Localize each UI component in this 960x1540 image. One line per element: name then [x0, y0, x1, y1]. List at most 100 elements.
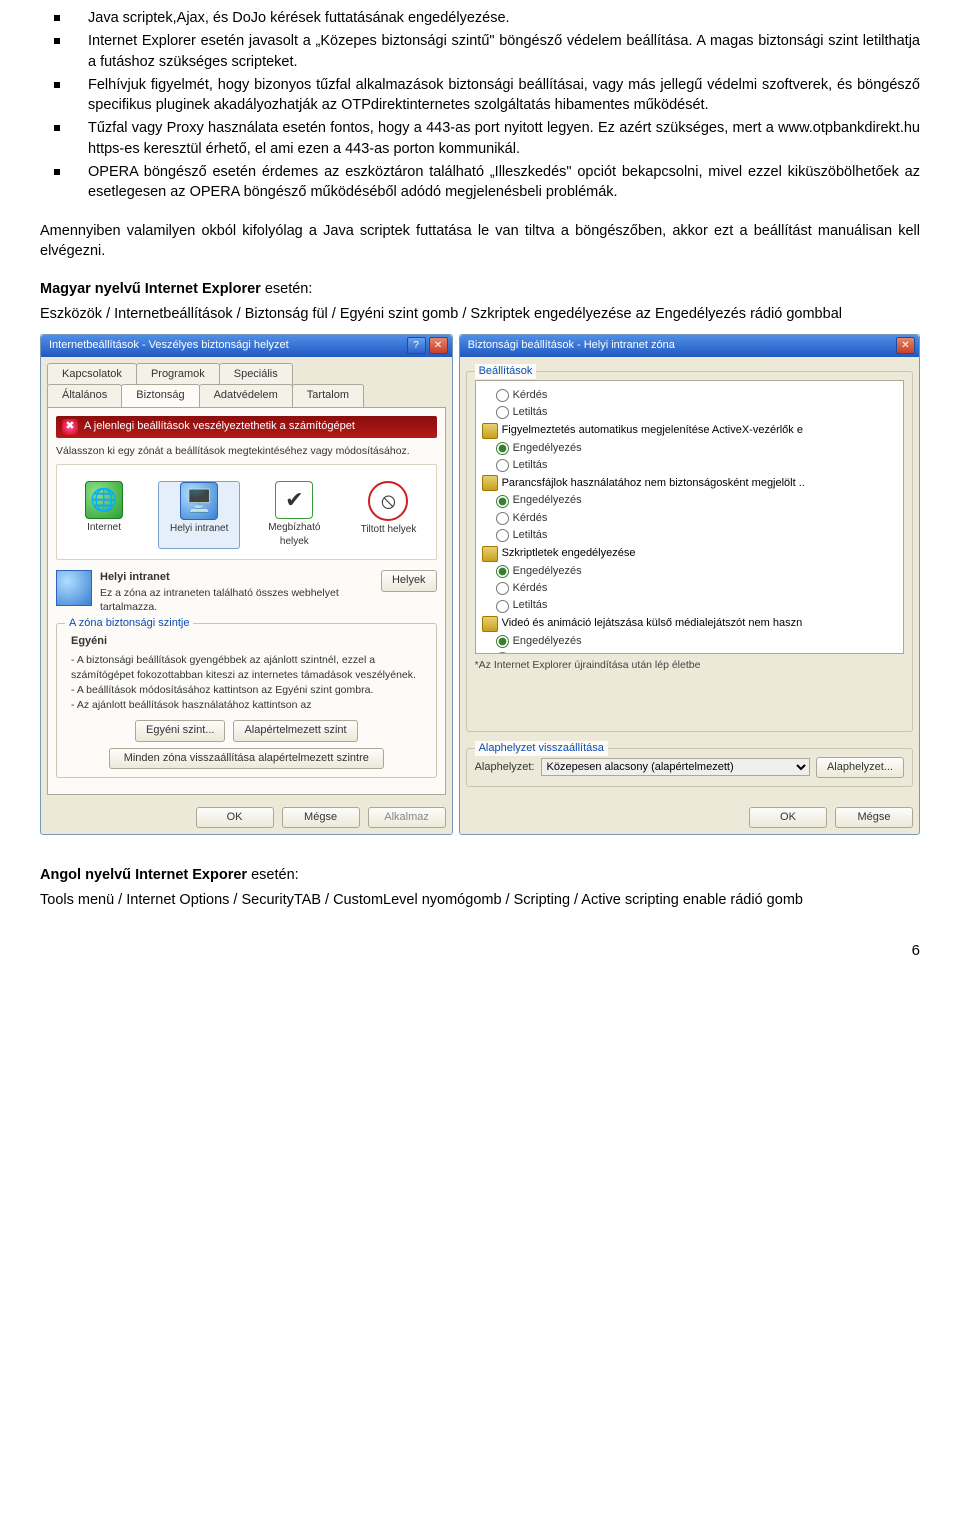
settings-tree[interactable]: KérdésLetiltásFigyelmeztetés automatikus… [475, 380, 904, 654]
setting-option[interactable]: Letiltás [482, 597, 897, 614]
zone-label: Internet [87, 521, 121, 535]
setting-option[interactable]: Letiltás [482, 650, 897, 654]
setting-option[interactable]: Kérdés [482, 580, 897, 597]
tabs-row1: Kapcsolatok Programok Speciális [47, 363, 446, 385]
security-settings-dialog: Biztonsági beállítások - Helyi intranet … [459, 334, 920, 836]
restart-note: *Az Internet Explorer újraindítása után … [475, 658, 904, 673]
setting-group-icon [482, 546, 498, 562]
fieldset-legend: Beállítások [475, 364, 537, 379]
hu-ie-heading-tail: esetén: [261, 281, 313, 297]
window-title: Biztonsági beállítások - Helyi intranet … [468, 338, 893, 353]
setting-option[interactable]: Letiltás [482, 527, 897, 544]
setting-radio[interactable] [496, 459, 509, 472]
setting-radio[interactable] [496, 495, 509, 508]
zone-description: Ez a zóna az intraneten található összes… [100, 586, 373, 615]
tab-connections[interactable]: Kapcsolatok [47, 363, 137, 385]
setting-radio[interactable] [496, 565, 509, 578]
close-button[interactable]: ✕ [896, 337, 915, 354]
cancel-button[interactable]: Mégse [835, 807, 913, 828]
custom-desc-3: - Az ajánlott beállítások használatához … [71, 698, 428, 713]
setting-option-label: Letiltás [513, 598, 548, 613]
ok-button[interactable]: OK [749, 807, 827, 828]
setting-group-label: Szkriptletek engedélyezése [502, 546, 636, 561]
reset-fieldset: Alaphelyzet visszaállítása Alaphelyzet: … [466, 748, 913, 787]
tab-advanced[interactable]: Speciális [219, 363, 293, 385]
setting-radio[interactable] [496, 442, 509, 455]
bullet-text: Java scriptek,Ajax, és DoJo kérések futt… [88, 8, 510, 28]
tab-general[interactable]: Általános [47, 384, 122, 406]
setting-radio[interactable] [496, 635, 509, 648]
zone-trusted[interactable]: ✔Megbízható helyek [254, 481, 334, 549]
custom-level-button[interactable]: Egyéni szint... [135, 720, 225, 741]
en-ie-path: Tools menü / Internet Options / Security… [40, 890, 920, 910]
reset-all-zones-button[interactable]: Minden zóna visszaállítása alapértelmeze… [109, 748, 384, 769]
default-level-button[interactable]: Alapértelmezett szint [233, 720, 357, 741]
setting-group: Szkriptletek engedélyezése [482, 545, 897, 563]
shield-warn-icon: ✖ [62, 419, 78, 435]
hu-ie-heading-bold: Magyar nyelvű Internet Explorer [40, 281, 261, 297]
custom-desc-1: - A biztonsági beállítások gyengébbek az… [71, 653, 428, 682]
zone-restricted[interactable]: ⦸Tiltott helyek [348, 481, 428, 549]
reset-level-select[interactable]: Közepesen alacsony (alapértelmezett) [541, 758, 810, 776]
setting-option[interactable]: Kérdés [482, 387, 897, 404]
warning-text: A jelenlegi beállítások veszélyeztetheti… [84, 419, 355, 434]
close-button[interactable]: ✕ [429, 337, 448, 354]
zone-list: 🌐 Internet 🖥️Helyi intranet ✔Megbízható h… [57, 481, 436, 549]
setting-radio[interactable] [496, 406, 509, 419]
setting-option[interactable]: Engedélyezés [482, 563, 897, 580]
tab-security[interactable]: Biztonság [121, 384, 199, 406]
setting-radio[interactable] [496, 389, 509, 402]
setting-option-label: Kérdés [513, 511, 548, 526]
setting-option[interactable]: Engedélyezés [482, 440, 897, 457]
titlebar: Internetbeállítások - Veszélyes biztonsá… [41, 335, 452, 357]
ok-button[interactable]: OK [196, 807, 274, 828]
setting-radio[interactable] [496, 582, 509, 595]
help-button[interactable]: ? [407, 337, 426, 354]
setting-option-label: Engedélyezés [513, 634, 582, 649]
tab-content[interactable]: Tartalom [292, 384, 364, 406]
setting-radio[interactable] [496, 529, 509, 542]
security-level-fieldset: A zóna biztonsági szintje Egyéni - A biz… [56, 623, 437, 778]
setting-radio[interactable] [496, 600, 509, 613]
setting-option-label: Engedélyezés [513, 564, 582, 579]
zone-internet[interactable]: 🌐 Internet [64, 481, 144, 549]
tabs-row2: Általános Biztonság Adatvédelem Tartalom [47, 384, 446, 406]
setting-option[interactable]: Kérdés [482, 510, 897, 527]
globe-icon: 🌐 [85, 481, 123, 519]
setting-option[interactable]: Letiltás [482, 457, 897, 474]
settings-fieldset: Beállítások KérdésLetiltásFigyelmeztetés… [466, 371, 913, 732]
forbidden-icon: ⦸ [368, 481, 408, 521]
apply-button[interactable]: Alkalmaz [368, 807, 446, 828]
setting-option-label: Kérdés [513, 388, 548, 403]
setting-group-label: Figyelmeztetés automatikus megjelenítése… [502, 423, 803, 438]
setting-option-label: Engedélyezés [513, 493, 582, 508]
fieldset-legend: Alaphelyzet visszaállítása [475, 741, 608, 756]
screenshot-pair: Internetbeállítások - Veszélyes biztonsá… [40, 334, 920, 836]
setting-option-label: Letiltás [513, 458, 548, 473]
en-ie-heading-tail: esetén: [247, 867, 299, 883]
dialog-buttons: OK Mégse Alkalmaz [41, 801, 452, 834]
tab-privacy[interactable]: Adatvédelem [199, 384, 293, 406]
zone-local-intranet[interactable]: 🖥️Helyi intranet [158, 481, 240, 549]
bullet-text: Felhívjuk figyelmét, hogy bizonyos tűzfa… [88, 75, 920, 116]
setting-option[interactable]: Letiltás [482, 404, 897, 421]
zone-instruction: Válasszon ki egy zónát a beállítások meg… [56, 444, 437, 459]
bullet-icon [54, 82, 60, 88]
sites-button[interactable]: Helyek [381, 570, 437, 591]
reset-button[interactable]: Alaphelyzet... [816, 757, 904, 778]
check-icon: ✔ [275, 481, 313, 519]
hu-ie-heading: Magyar nyelvű Internet Explorer esetén: [40, 279, 920, 299]
setting-radio[interactable] [496, 512, 509, 525]
internet-options-dialog: Internetbeállítások - Veszélyes biztonsá… [40, 334, 453, 836]
setting-option-label: Kérdés [513, 581, 548, 596]
zone-title: Helyi intranet [100, 570, 373, 585]
setting-group: Figyelmeztetés automatikus megjelenítése… [482, 422, 897, 440]
setting-option[interactable]: Engedélyezés [482, 633, 897, 650]
bullet-icon [54, 15, 60, 21]
tab-programs[interactable]: Programok [136, 363, 220, 385]
page-number: 6 [40, 940, 920, 961]
setting-radio[interactable] [496, 652, 509, 654]
bullet-icon [54, 169, 60, 175]
cancel-button[interactable]: Mégse [282, 807, 360, 828]
setting-option[interactable]: Engedélyezés [482, 492, 897, 509]
